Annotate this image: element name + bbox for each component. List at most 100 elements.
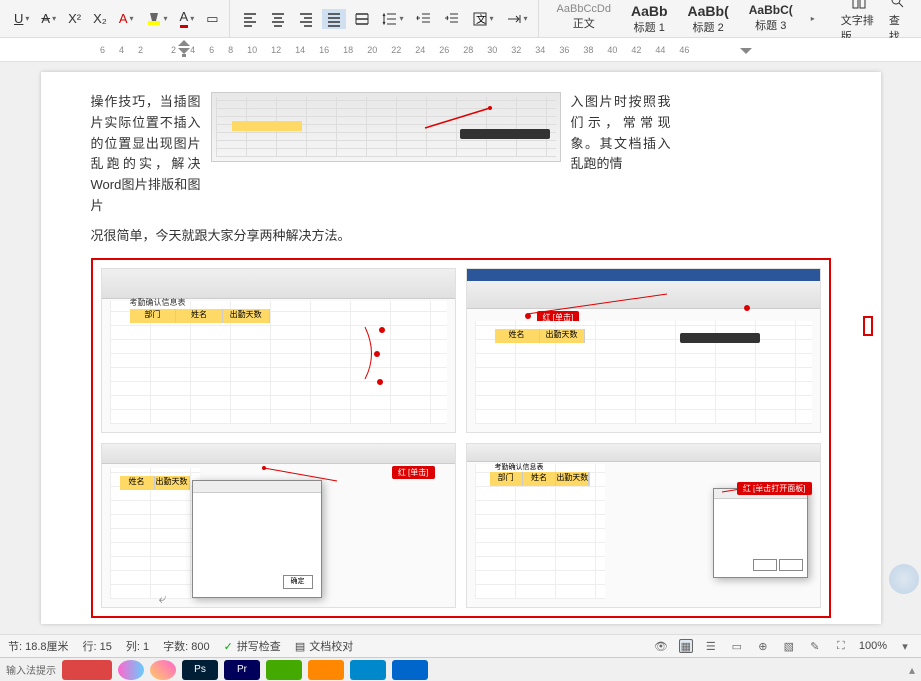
zoom-slider-button[interactable]: ▾ xyxy=(897,638,913,654)
screenshot-cell-4: 考勤确认信息表 部门姓名出勤天数 红 [单击打开面板] xyxy=(466,443,821,608)
eye-icon[interactable]: 👁 xyxy=(653,638,669,654)
page: 操作技巧，当插图片实际位置不插入的位置显出现图片乱跑的实，解决 Word图片排版… xyxy=(41,72,881,624)
chevron-down-icon: ▾ xyxy=(52,14,56,23)
font-effect-button[interactable]: A▾ xyxy=(115,9,138,28)
tab-icon xyxy=(506,11,522,27)
text-layout-icon xyxy=(851,0,867,10)
cursor-marker xyxy=(863,316,873,336)
chevron-down-icon: ▾ xyxy=(164,14,168,23)
search-icon xyxy=(890,0,906,10)
svg-text:文: 文 xyxy=(476,13,486,26)
taskbar-app-1[interactable] xyxy=(62,660,112,680)
ime-label: 输入法提示 xyxy=(6,662,56,677)
draft-view-button[interactable]: ▧ xyxy=(781,638,797,654)
text-tools-icon: 文 xyxy=(472,11,488,27)
indent-marker-icon[interactable] xyxy=(178,40,190,58)
align-right-icon xyxy=(298,11,314,27)
right-group: 文字排版 查找 xyxy=(831,0,917,37)
superscript-button[interactable]: X² xyxy=(64,9,85,28)
status-left: 节: 18.8厘米 行: 15 列: 1 字数: 800 ✓ 拼写检查 ▤ 文档… xyxy=(8,638,353,654)
status-distance[interactable]: 节: 18.8厘米 xyxy=(8,638,69,654)
screenshot-grid: 考勤确认信息表 部门姓名出勤天数 红 [单击] 姓名出勤天数 xyxy=(91,258,831,618)
align-right-button[interactable] xyxy=(294,9,318,29)
taskbar-app-6[interactable] xyxy=(308,660,344,680)
taskbar-app-7[interactable] xyxy=(350,660,386,680)
reading-view-button[interactable]: ▭ xyxy=(729,638,745,654)
border-icon: ▭ xyxy=(206,11,218,27)
check-icon: ✓ xyxy=(224,640,233,653)
screenshot-cell-2: 红 [单击] 姓名出勤天数 xyxy=(466,268,821,433)
taskbar-app-2[interactable] xyxy=(118,660,144,680)
chevron-down-icon: ▾ xyxy=(400,14,404,23)
status-line[interactable]: 行: 15 xyxy=(83,638,112,654)
chevron-down-icon: ▾ xyxy=(25,14,29,23)
chevron-down-icon: ▾ xyxy=(190,14,194,23)
taskbar-app-ps[interactable]: Ps xyxy=(182,660,218,680)
text-tools-button[interactable]: 文▾ xyxy=(468,9,498,29)
outline-view-button[interactable]: ☰ xyxy=(703,638,719,654)
distribute-icon xyxy=(354,11,370,27)
strikethrough-button[interactable]: A▾ xyxy=(37,9,60,28)
scroll-helper-icon[interactable] xyxy=(889,564,919,594)
border-shading-button[interactable]: ▭ xyxy=(202,9,222,29)
align-center-icon xyxy=(270,11,286,27)
font-color-button[interactable]: A▾ xyxy=(176,7,199,30)
document-canvas[interactable]: 操作技巧，当插图片实际位置不插入的位置显出现图片乱跑的实，解决 Word图片排版… xyxy=(0,62,921,634)
font-decoration-group: U▾ A▾ X² X₂ A▾ ▾ A▾ ▭ xyxy=(4,0,230,37)
taskbar-app-8[interactable] xyxy=(392,660,428,680)
screenshot-cell-3: 红 [单击] 姓名出勤天数 确定 xyxy=(101,443,456,608)
status-bar: 节: 18.8厘米 行: 15 列: 1 字数: 800 ✓ 拼写检查 ▤ 文档… xyxy=(0,634,921,657)
status-proofing[interactable]: ▤ 文档校对 xyxy=(295,638,353,654)
taskbar-app-pr[interactable]: Pr xyxy=(224,660,260,680)
fit-page-button[interactable]: ⛶ xyxy=(833,638,849,654)
styles-more-button[interactable]: ▸ xyxy=(807,1,819,37)
right-indent-marker-icon[interactable] xyxy=(740,40,752,58)
edit-icon[interactable]: ✎ xyxy=(807,638,823,654)
screenshot-cell-1: 考勤确认信息表 部门姓名出勤天数 xyxy=(101,268,456,433)
taskbar-app-5[interactable] xyxy=(266,660,302,680)
align-center-button[interactable] xyxy=(266,9,290,29)
tray-arrow-icon[interactable]: ▴ xyxy=(909,663,915,677)
distribute-button[interactable] xyxy=(350,9,374,29)
style-normal[interactable]: AaBbCcDd 正文 xyxy=(551,1,617,37)
status-spellcheck[interactable]: ✓ 拼写检查 xyxy=(224,638,281,654)
highlight-button[interactable]: ▾ xyxy=(142,9,172,29)
chevron-down-icon: ▸ xyxy=(811,14,815,23)
body-text-left: 操作技巧，当插图片实际位置不插入的位置显出现图片乱跑的实，解决 Word图片排版… xyxy=(91,92,201,217)
web-view-button[interactable]: ⊕ xyxy=(755,638,771,654)
line-spacing-button[interactable]: ▾ xyxy=(378,9,408,29)
styles-gallery: AaBbCcDd 正文 AaBb 标题 1 AaBb( 标题 2 AaBbC( … xyxy=(541,1,829,37)
tab-button[interactable]: ▾ xyxy=(502,9,532,29)
body-text-line: 况很简单，今天就跟大家分享两种解决方法。 xyxy=(91,225,831,244)
zoom-level[interactable]: 100% xyxy=(859,640,887,652)
indent-increase-icon xyxy=(444,11,460,27)
embedded-screenshot-top xyxy=(211,92,561,162)
body-text-right: 入图片时按照我们示，常常现象。其文档插入乱跑的情 xyxy=(571,92,671,217)
indent-decrease-button[interactable] xyxy=(412,9,436,29)
underline-button[interactable]: U▾ xyxy=(10,9,33,28)
subscript-button[interactable]: X₂ xyxy=(89,9,111,28)
align-justify-button[interactable] xyxy=(322,9,346,29)
status-col[interactable]: 列: 1 xyxy=(126,638,149,654)
text-wrap-section: 操作技巧，当插图片实际位置不插入的位置显出现图片乱跑的实，解决 Word图片排版… xyxy=(91,92,831,217)
paragraph-marker-icon: ⤶ xyxy=(159,590,167,607)
chevron-down-icon: ▾ xyxy=(524,14,528,23)
indent-decrease-icon xyxy=(416,11,432,27)
print-layout-view-button[interactable]: ▦ xyxy=(679,639,693,653)
red-badge: 红 [单击] xyxy=(392,466,435,479)
indent-increase-button[interactable] xyxy=(440,9,464,29)
status-words[interactable]: 字数: 800 xyxy=(163,638,209,654)
taskbar-app-3[interactable] xyxy=(150,660,176,680)
style-heading3[interactable]: AaBbC( 标题 3 xyxy=(743,1,799,37)
line-spacing-icon xyxy=(382,11,398,27)
highlight-icon xyxy=(146,11,162,27)
align-left-button[interactable] xyxy=(238,9,262,29)
paragraph-group: ▾ 文▾ ▾ xyxy=(232,0,539,37)
mini-title: 考勤确认信息表 xyxy=(130,297,186,308)
style-heading1[interactable]: AaBb 标题 1 xyxy=(625,1,674,37)
align-justify-icon xyxy=(326,11,342,27)
style-heading2[interactable]: AaBb( 标题 2 xyxy=(682,1,735,37)
status-right: 👁 ▦ ☰ ▭ ⊕ ▧ ✎ ⛶ 100% ▾ xyxy=(653,638,913,654)
chevron-down-icon: ▾ xyxy=(129,14,133,23)
horizontal-ruler[interactable]: 6422468101214161820222426283032343638404… xyxy=(0,38,921,62)
